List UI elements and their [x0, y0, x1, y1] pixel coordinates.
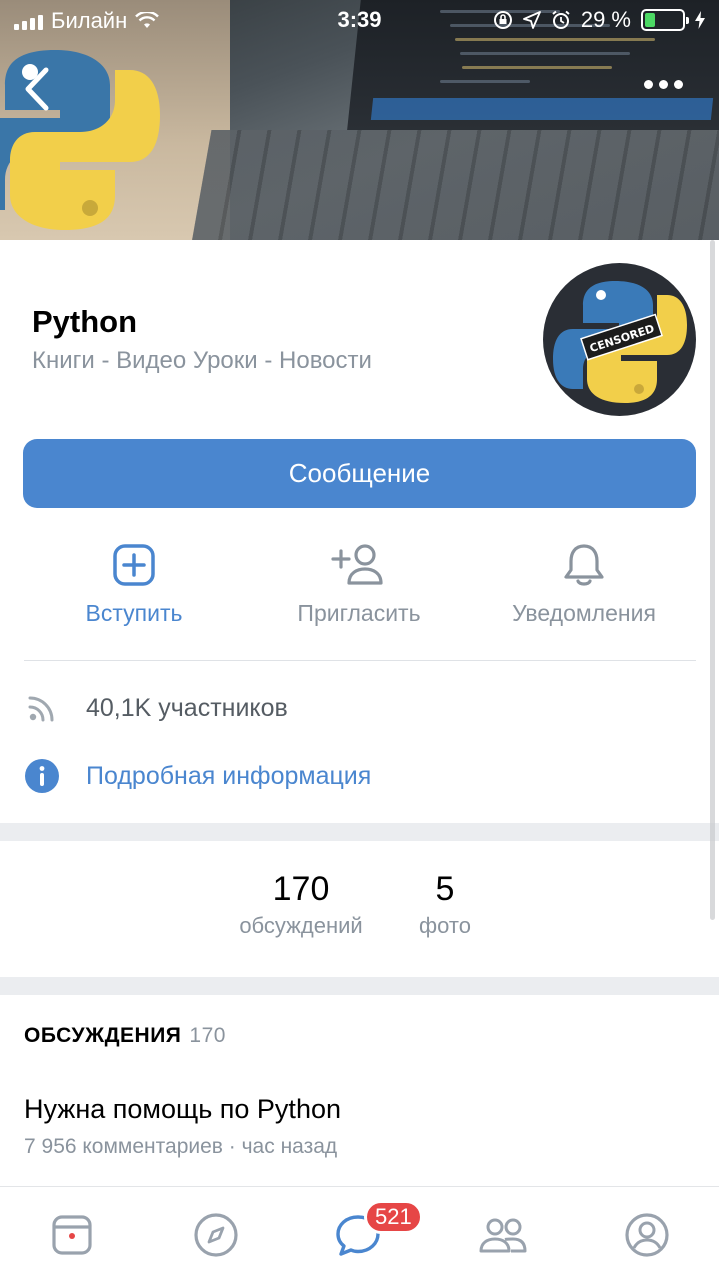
notifications-label: Уведомления: [512, 600, 656, 626]
discussions-title: ОБСУЖДЕНИЯ: [24, 1024, 182, 1047]
join-action[interactable]: Вступить: [24, 540, 244, 627]
group-name: Python: [32, 304, 138, 339]
battery-percent: 29 %: [580, 7, 631, 32]
discussions-count: 170: [189, 1024, 226, 1047]
tab-discover[interactable]: [186, 1205, 246, 1265]
counter-value: 170: [272, 870, 330, 908]
profile-icon: [625, 1213, 669, 1257]
tab-bar: [0, 1186, 719, 1280]
discussion-item-title[interactable]: Нужна помощь по Python: [24, 1094, 341, 1125]
members-row[interactable]: 40,1K участников: [24, 690, 288, 726]
plus-square-icon: [113, 544, 155, 586]
friends-icon: [479, 1218, 527, 1253]
battery-icon: [641, 9, 689, 31]
invite-action[interactable]: Пригласить: [249, 540, 469, 627]
scrollbar[interactable]: [710, 240, 715, 920]
discussions-header[interactable]: ОБСУЖДЕНИЯ 170: [24, 1024, 226, 1048]
info-icon: [25, 759, 59, 793]
discussion-item-meta: 7 956 комментариев · час назад: [24, 1135, 338, 1158]
discussions-counter[interactable]: 170 обсуждений: [226, 870, 376, 939]
photos-counter[interactable]: 5 фото: [405, 870, 485, 939]
join-label: Вступить: [85, 600, 183, 626]
group-status: Книги - Видео Уроки - Новости: [32, 347, 372, 374]
members-count: 40,1K участников: [86, 693, 288, 722]
section-separator: [0, 823, 719, 841]
discover-icon: [194, 1213, 238, 1257]
group-avatar[interactable]: CENSORED: [543, 263, 696, 416]
back-button[interactable]: [18, 64, 58, 114]
notifications-action[interactable]: Уведомления: [474, 540, 694, 627]
counter-label: фото: [419, 913, 471, 938]
orientation-lock-icon: [493, 11, 512, 29]
section-separator: [0, 977, 719, 995]
messages-badge: 521: [364, 1200, 423, 1234]
add-user-icon: [331, 544, 383, 585]
more-options-button[interactable]: [644, 80, 683, 89]
alarm-icon: [552, 10, 570, 29]
message-button[interactable]: Сообщение: [23, 439, 696, 508]
tab-friends[interactable]: [473, 1205, 533, 1265]
details-row[interactable]: Подробная информация: [24, 758, 371, 794]
counter-label: обсуждений: [239, 913, 363, 938]
details-link[interactable]: Подробная информация: [86, 762, 371, 791]
news-unread-dot: [69, 1233, 75, 1239]
location-icon: [522, 11, 541, 29]
divider: [24, 660, 696, 661]
counter-value: 5: [435, 870, 455, 908]
invite-label: Пригласить: [297, 600, 421, 626]
rss-icon: [28, 696, 54, 722]
tab-profile[interactable]: [617, 1205, 677, 1265]
charging-icon: [695, 11, 705, 29]
bell-icon: [564, 544, 604, 586]
status-bar: Билайн 3:39 29 %: [0, 0, 719, 40]
